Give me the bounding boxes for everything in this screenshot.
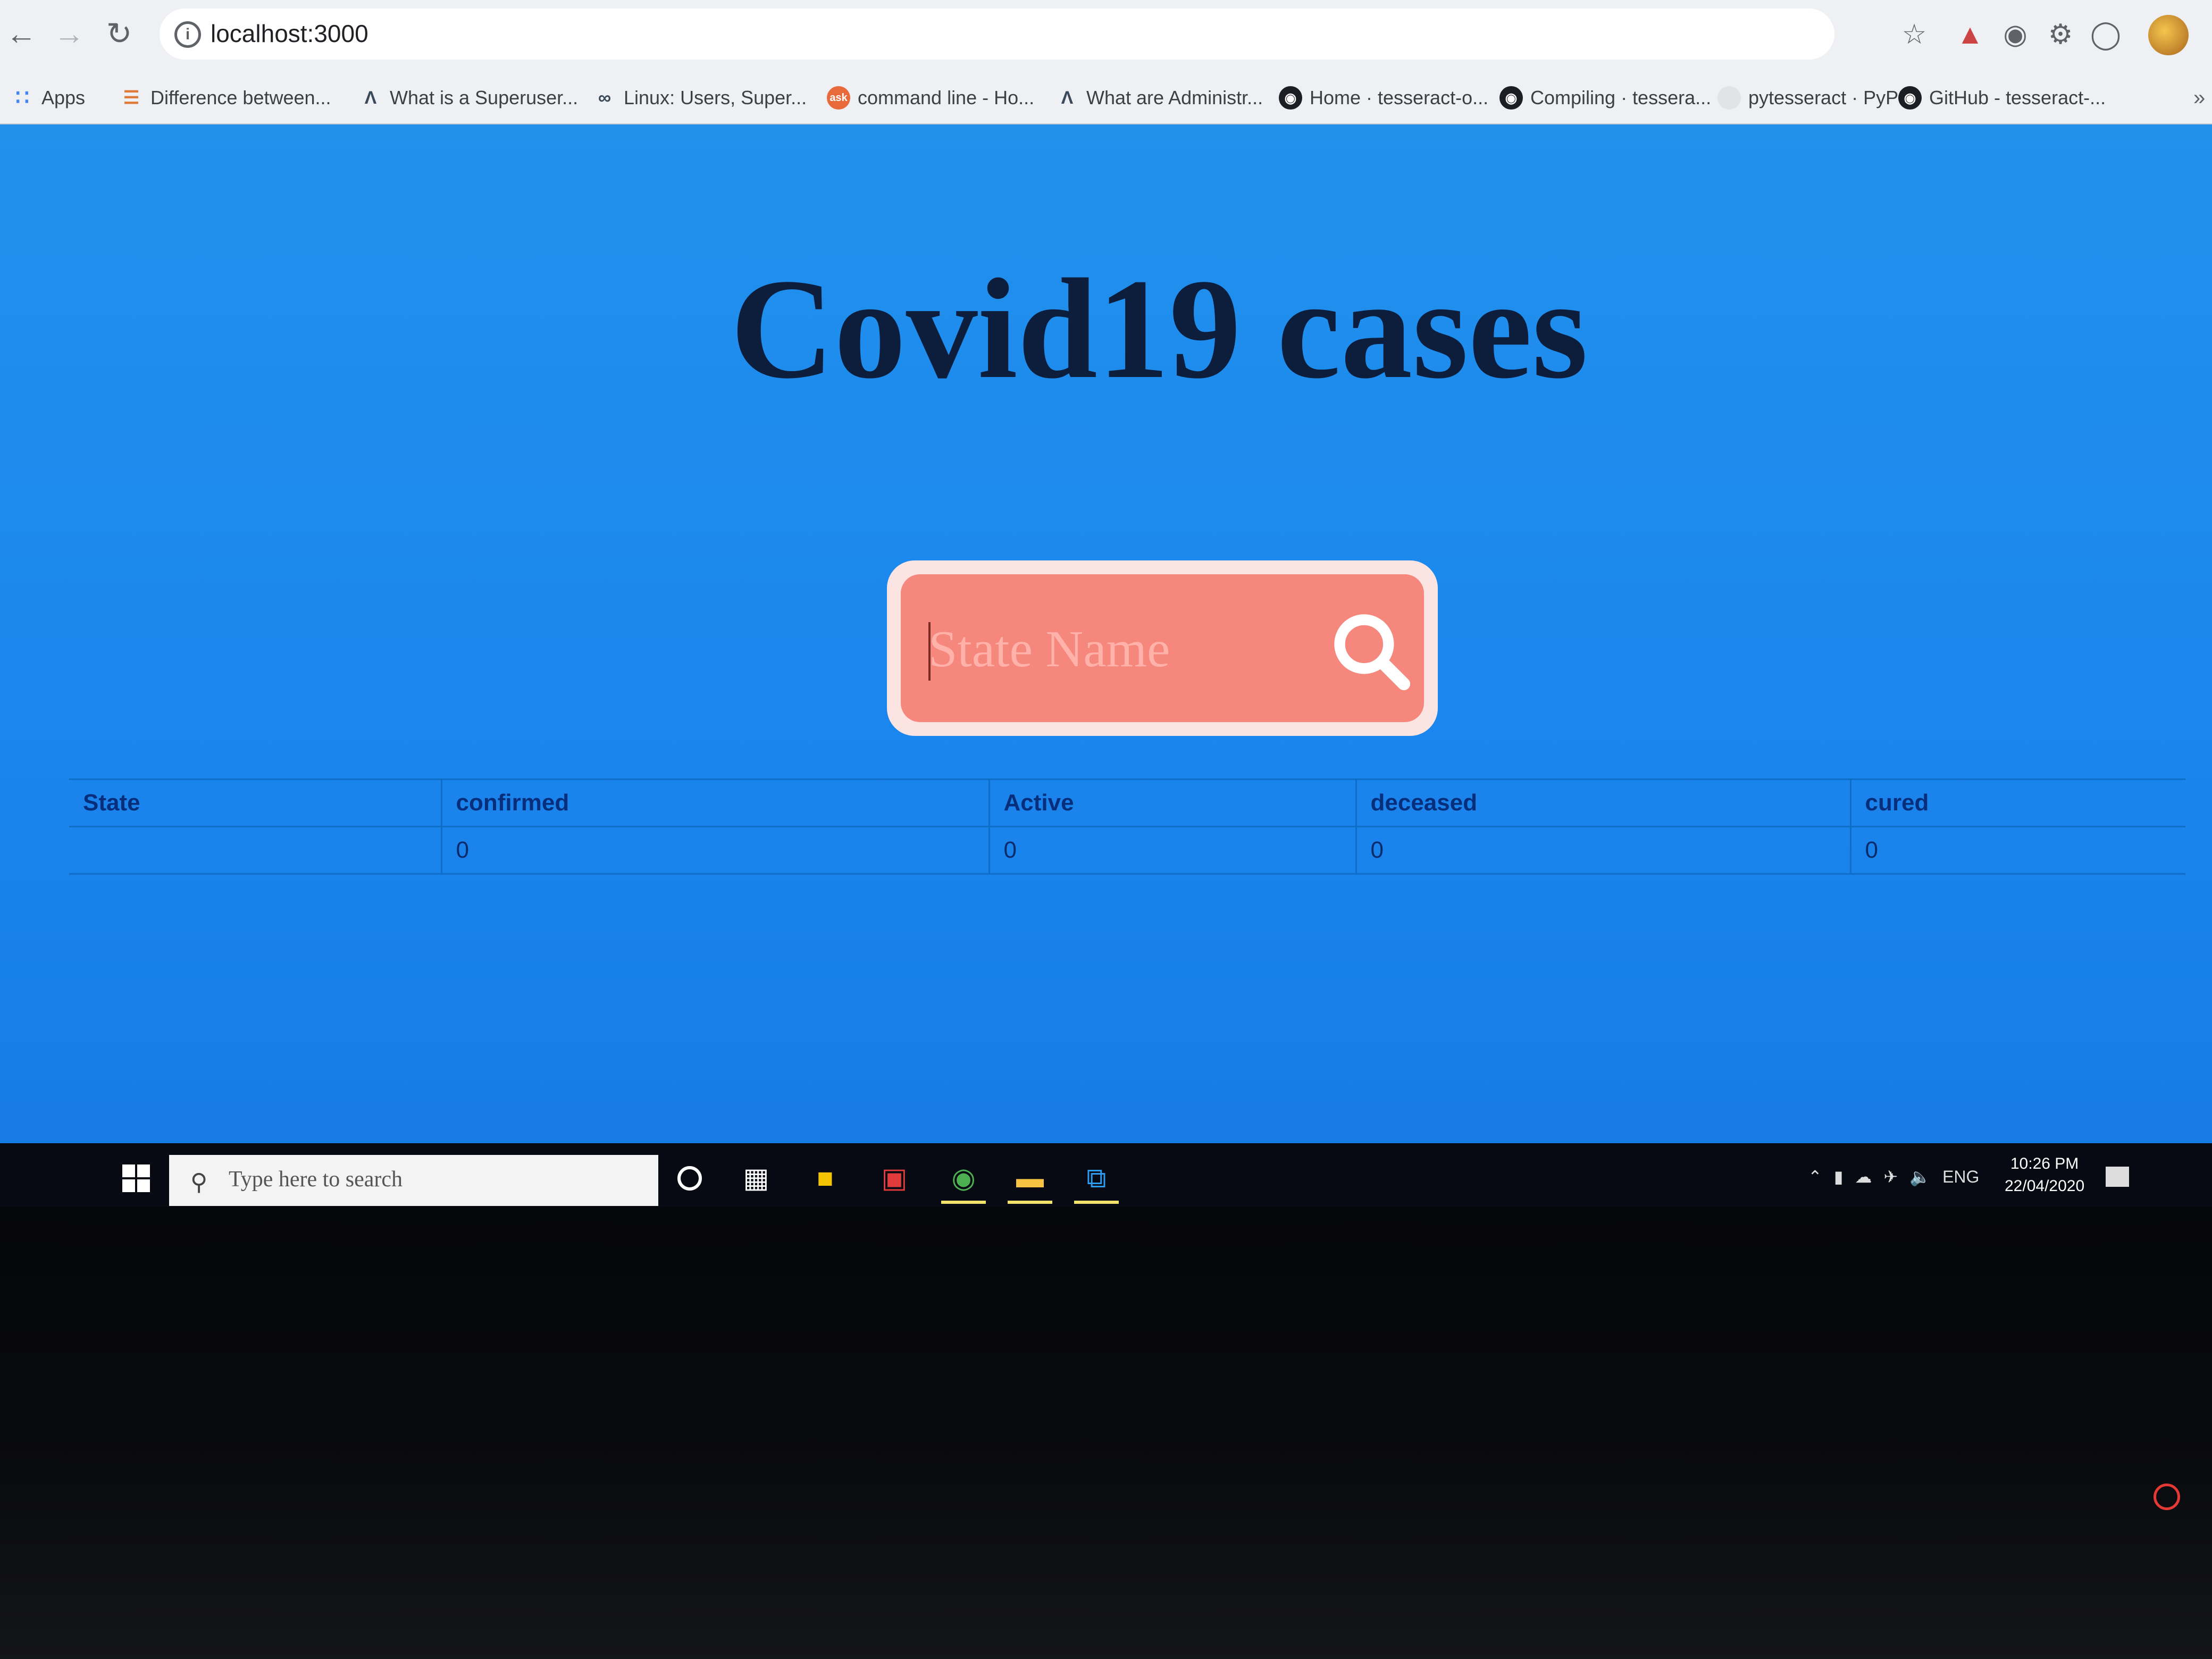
profile-avatar[interactable] <box>2148 15 2189 55</box>
bookmark-label: What is a Superuser... <box>390 87 579 108</box>
bookmark-label: GitHub - tesseract-... <box>1929 87 2106 108</box>
stack-exchange-icon: ☰ <box>123 88 140 108</box>
airplane-mode-icon[interactable]: ✈ <box>1883 1167 1898 1187</box>
clock-date: 22/04/2020 <box>2005 1177 2085 1195</box>
onedrive-cloud-icon[interactable]: ☁ <box>1855 1167 1872 1187</box>
windows-taskbar: ⚲ Type here to search ▦ ■ ▣ ◉ ▬ ⧉ ⌃ ▮ ☁ … <box>0 1143 2212 1207</box>
bookmark-label: Difference between... <box>150 87 331 108</box>
bookmark-item[interactable]: ◉ GitHub - tesseract-... <box>1898 83 2106 113</box>
table-header-row: State confirmed Active deceased cured <box>69 778 2185 827</box>
cell-cured: 0 <box>1849 826 2185 875</box>
address-bar[interactable]: i localhost:3000 <box>160 9 1834 60</box>
cell-state <box>69 826 441 875</box>
apps-grid-icon: ∷ <box>15 86 29 110</box>
bookmark-label: Apps <box>41 87 86 108</box>
bookmark-star-icon[interactable]: ☆ <box>1896 16 1933 53</box>
text-cursor <box>928 622 931 681</box>
triangle-logo-icon: Λ <box>364 88 377 108</box>
github-icon: ◉ <box>1279 86 1302 110</box>
bookmark-label: pytesseract · PyPI <box>1748 87 1904 108</box>
task-view-icon[interactable]: ▦ <box>734 1156 778 1201</box>
clock[interactable]: 10:26 PM 22/04/2020 <box>2005 1153 2084 1197</box>
extension-icon[interactable]: ◯ <box>2087 16 2124 53</box>
bookmark-item[interactable]: ◉ Compiling · tessera... <box>1499 83 1711 113</box>
bookmark-label: command line - Ho... <box>858 87 1035 108</box>
taskbar-search-placeholder: Type here to search <box>229 1167 403 1192</box>
language-indicator[interactable]: ENG <box>1942 1167 1979 1187</box>
sticky-notes-icon[interactable]: ■ <box>803 1156 848 1201</box>
laptop-screen: ← → ↻ i localhost:3000 ☆ ▲ ◉ ⚙ ◯ ∷ Apps … <box>0 0 2212 1207</box>
askubuntu-icon: ask <box>827 86 850 110</box>
notification-center-icon[interactable] <box>2106 1167 2129 1187</box>
taskbar-search-box[interactable]: ⚲ Type here to search <box>169 1155 658 1206</box>
bookmark-item[interactable]: ◉ Home · tesseract-o... <box>1279 83 1488 113</box>
power-indicator-icon <box>2154 1484 2180 1510</box>
search-box <box>887 560 1438 736</box>
column-header-cured: cured <box>1849 778 2185 827</box>
search-field-container <box>901 574 1424 722</box>
gift-app-icon[interactable]: ▣ <box>872 1156 917 1201</box>
column-header-confirmed: confirmed <box>440 778 989 827</box>
vscode-icon[interactable]: ⧉ <box>1074 1156 1119 1204</box>
site-info-icon[interactable]: i <box>174 21 201 48</box>
bookmark-label: What are Administr... <box>1086 87 1263 108</box>
extension-icon[interactable]: ⚙ <box>2042 16 2079 53</box>
chrome-icon[interactable]: ◉ <box>941 1156 986 1204</box>
search-magnifier-icon: ⚲ <box>190 1169 208 1195</box>
bookmark-label: Home · tesseract-o... <box>1310 87 1489 108</box>
github-icon: ◉ <box>1499 86 1523 110</box>
web-page: Covid19 cases State confirmed Act <box>0 124 2212 1207</box>
column-header-deceased: deceased <box>1355 778 1850 827</box>
cell-deceased: 0 <box>1355 826 1850 875</box>
pdf-extension-icon[interactable]: ▲ <box>1951 16 1989 53</box>
page-title: Covid19 cases <box>730 249 1588 408</box>
bookmark-label: Linux: Users, Super... <box>624 87 807 108</box>
url-text: localhost:3000 <box>211 20 368 47</box>
bookmark-item[interactable]: Λ What is a Superuser... <box>359 83 579 113</box>
triangle-logo-icon: Λ <box>1061 88 1074 108</box>
bookmark-item[interactable]: pytesseract · PyPI <box>1717 83 1904 113</box>
bookmark-item[interactable]: Λ What are Administr... <box>1055 83 1263 113</box>
windows-start-icon[interactable] <box>122 1164 150 1192</box>
browser-toolbar: ← → ↻ i localhost:3000 ☆ ▲ ◉ ⚙ ◯ <box>0 0 2212 71</box>
cell-active: 0 <box>988 826 1356 875</box>
reload-icon[interactable]: ↻ <box>98 13 140 55</box>
bookmark-apps[interactable]: ∷ Apps <box>11 83 85 113</box>
bookmark-item[interactable]: ∞ Linux: Users, Super... <box>593 83 807 113</box>
battery-icon[interactable]: ▮ <box>1834 1167 1844 1187</box>
file-explorer-icon[interactable]: ▬ <box>1008 1156 1052 1204</box>
more-bookmarks-icon[interactable]: » <box>2193 86 2205 110</box>
table-row: 0 0 0 0 <box>69 826 2185 875</box>
state-name-input[interactable] <box>927 611 1302 687</box>
bookmark-item[interactable]: ask command line - Ho... <box>827 83 1034 113</box>
system-tray: ⌃ ▮ ☁ ✈ 🔈 ENG <box>1808 1167 1979 1187</box>
bookmark-item[interactable]: ☰ Difference between... <box>120 83 331 113</box>
bookmark-label: Compiling · tessera... <box>1530 87 1712 108</box>
column-header-state: State <box>69 778 441 827</box>
column-header-active: Active <box>988 778 1356 827</box>
volume-icon[interactable]: 🔈 <box>1909 1167 1931 1187</box>
github-icon: ◉ <box>1898 86 1922 110</box>
laptop-bezel <box>0 1207 2212 1659</box>
cases-table: State confirmed Active deceased cured 0 … <box>69 778 2185 875</box>
search-icon[interactable] <box>1326 606 1417 697</box>
cortana-icon[interactable] <box>667 1156 712 1201</box>
pypi-icon <box>1717 86 1741 110</box>
back-arrow-icon[interactable]: ← <box>0 13 43 55</box>
forward-arrow-icon[interactable]: → <box>48 13 90 55</box>
chevron-up-icon[interactable]: ⌃ <box>1808 1167 1822 1187</box>
extension-icon[interactable]: ◉ <box>1997 16 2034 53</box>
infinity-logo-icon: ∞ <box>598 88 611 108</box>
clock-time: 10:26 PM <box>2010 1155 2079 1172</box>
bookmarks-bar: ∷ Apps ☰ Difference between... Λ What is… <box>0 70 2212 124</box>
cell-confirmed: 0 <box>440 826 989 875</box>
